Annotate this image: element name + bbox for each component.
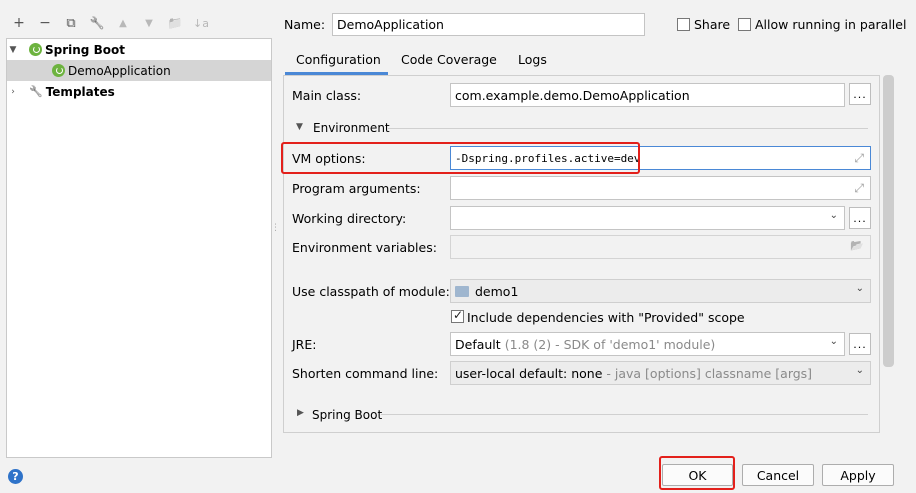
vm-options-highlight [281,142,640,174]
jre-browse-button[interactable]: ... [849,333,871,355]
sort-icon[interactable]: ↓a [192,14,210,32]
jre-label: JRE: [292,337,317,352]
main-class-field[interactable]: com.example.demo.DemoApplication [450,83,845,107]
shorten-value: user-local default: none [455,365,603,381]
environment-collapse-icon[interactable]: ▼ [296,122,303,132]
help-icon[interactable]: ? [8,469,23,484]
environment-divider [388,128,868,129]
main-class-label: Main class: [292,88,362,103]
spring-boot-divider [381,414,868,415]
classpath-module-value: demo1 [475,283,519,299]
include-dependencies-checkbox[interactable] [451,308,464,323]
apply-button[interactable]: Apply [822,464,894,486]
expand-icon[interactable]: ⤢ [854,151,864,166]
tree-label-demo-application: DemoApplication [68,63,171,78]
folder-icon[interactable]: 📂 [850,239,864,252]
tab-configuration[interactable]: Configuration [296,52,381,67]
main-class-browse-button[interactable]: ... [849,83,871,105]
remove-icon[interactable]: − [36,14,54,32]
shorten-command-line-label: Shorten command line: [292,366,439,381]
shorten-command-line-select[interactable]: user-local default: none - java [options… [450,361,871,385]
configuration-tree: ▼ Spring Boot DemoApplication › 🔧 Templa… [6,38,272,458]
program-arguments-label: Program arguments: [292,181,421,196]
name-label: Name: [284,17,326,32]
spring-boot-expand-icon[interactable]: ▶ [297,408,304,418]
tree-item-templates[interactable]: › 🔧 Templates [7,81,271,102]
chevron-down-icon[interactable]: ⌄ [830,336,838,347]
move-up-icon[interactable]: ▲ [114,14,132,32]
scrollbar[interactable] [883,75,894,367]
shorten-detail: - java [options] classname [args] [602,365,813,381]
tree-label-templates: Templates [45,84,115,99]
ok-button-highlight [659,456,735,490]
parallel-checkbox[interactable] [738,18,751,31]
copy-icon[interactable]: ⧉ [62,14,80,32]
environment-variables-label: Environment variables: [292,240,437,255]
environment-section-label: Environment [313,121,390,135]
working-directory-label: Working directory: [292,211,407,226]
working-directory-field[interactable]: ⌄ [450,206,845,230]
classpath-module-label: Use classpath of module: [292,284,450,299]
spring-boot-icon [29,43,42,56]
share-checkbox[interactable] [677,18,690,31]
classpath-module-select[interactable]: demo1 ⌄ [450,279,871,303]
jre-detail: (1.8 (2) - SDK of 'demo1' module) [504,336,716,352]
wrench-icon: 🔧 [29,85,43,98]
expand-icon[interactable]: ⤢ [854,181,864,196]
tree-item-spring-boot[interactable]: ▼ Spring Boot [7,39,271,60]
program-arguments-field[interactable]: ⤢ [450,176,871,200]
include-dependencies-label: Include dependencies with "Provided" sco… [467,310,745,325]
cancel-button[interactable]: Cancel [742,464,814,486]
collapse-arrow-icon[interactable]: › [7,87,19,97]
tree-label-spring-boot: Spring Boot [45,42,125,57]
splitter-handle[interactable]: ⋮ [271,224,280,233]
tab-code-coverage[interactable]: Code Coverage [401,52,497,67]
chevron-down-icon[interactable]: ⌄ [856,365,864,376]
expand-arrow-icon[interactable]: ▼ [7,45,19,55]
module-icon [455,285,469,297]
jre-value: Default [455,336,501,352]
working-directory-browse-button[interactable]: ... [849,207,871,229]
tree-item-demo-application[interactable]: DemoApplication [7,60,271,81]
move-down-icon[interactable]: ▼ [140,14,158,32]
wrench-icon[interactable]: 🔧 [88,14,106,32]
spring-boot-section-label: Spring Boot [312,408,383,422]
add-icon[interactable]: + [10,14,28,32]
environment-variables-field[interactable]: 📂 [450,235,871,259]
jre-select[interactable]: Default (1.8 (2) - SDK of 'demo1' module… [450,332,845,356]
parallel-label: Allow running in parallel [755,17,907,32]
folder-icon[interactable]: 📁 [166,14,184,32]
chevron-down-icon[interactable]: ⌄ [830,210,838,221]
name-field[interactable]: DemoApplication [332,13,645,36]
spring-boot-app-icon [52,64,65,77]
share-label: Share [694,17,731,32]
tab-logs[interactable]: Logs [518,52,547,67]
chevron-down-icon[interactable]: ⌄ [856,283,864,294]
